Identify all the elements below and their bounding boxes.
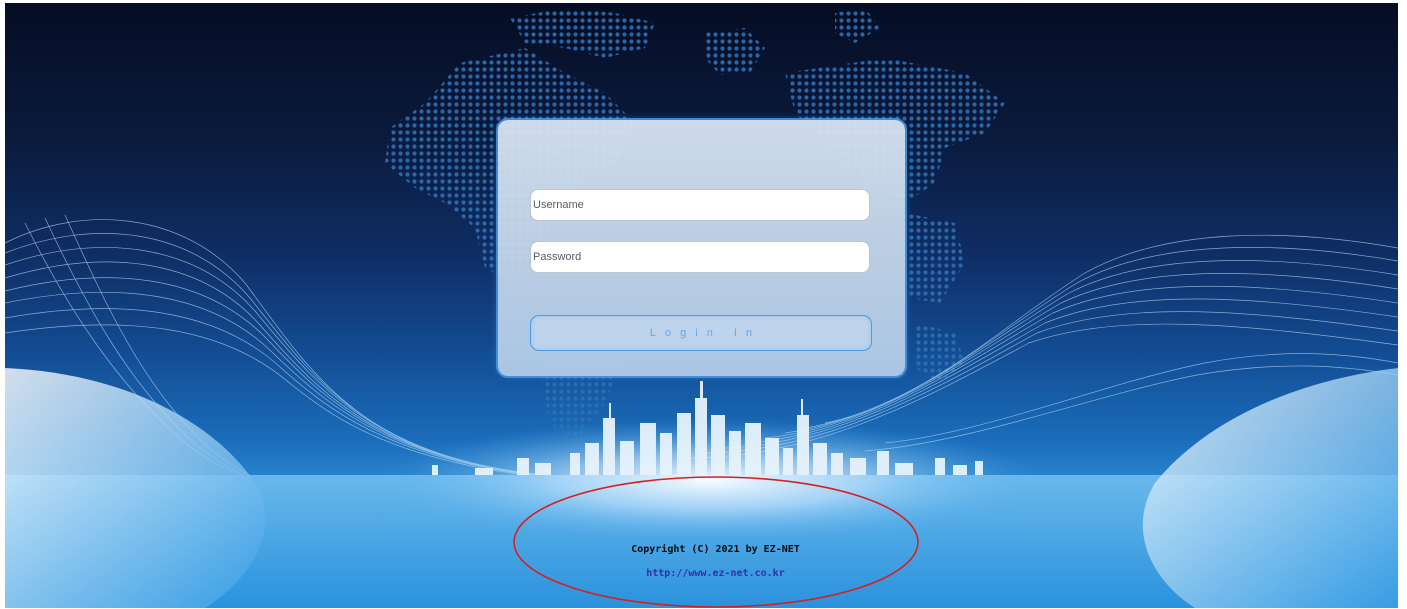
username-input[interactable] — [530, 189, 870, 221]
login-panel: Login In — [498, 120, 905, 376]
center-glow — [380, 419, 1040, 543]
login-button[interactable]: Login In — [530, 315, 872, 351]
password-input[interactable] — [530, 241, 870, 273]
copyright-text: Copyright (C) 2021 by EZ-NET — [631, 544, 800, 555]
website-link[interactable]: http://www.ez-net.co.kr — [19, 568, 1398, 579]
login-page: Login In Copyright (C) 2021 by EZ-NET ht… — [5, 3, 1398, 608]
